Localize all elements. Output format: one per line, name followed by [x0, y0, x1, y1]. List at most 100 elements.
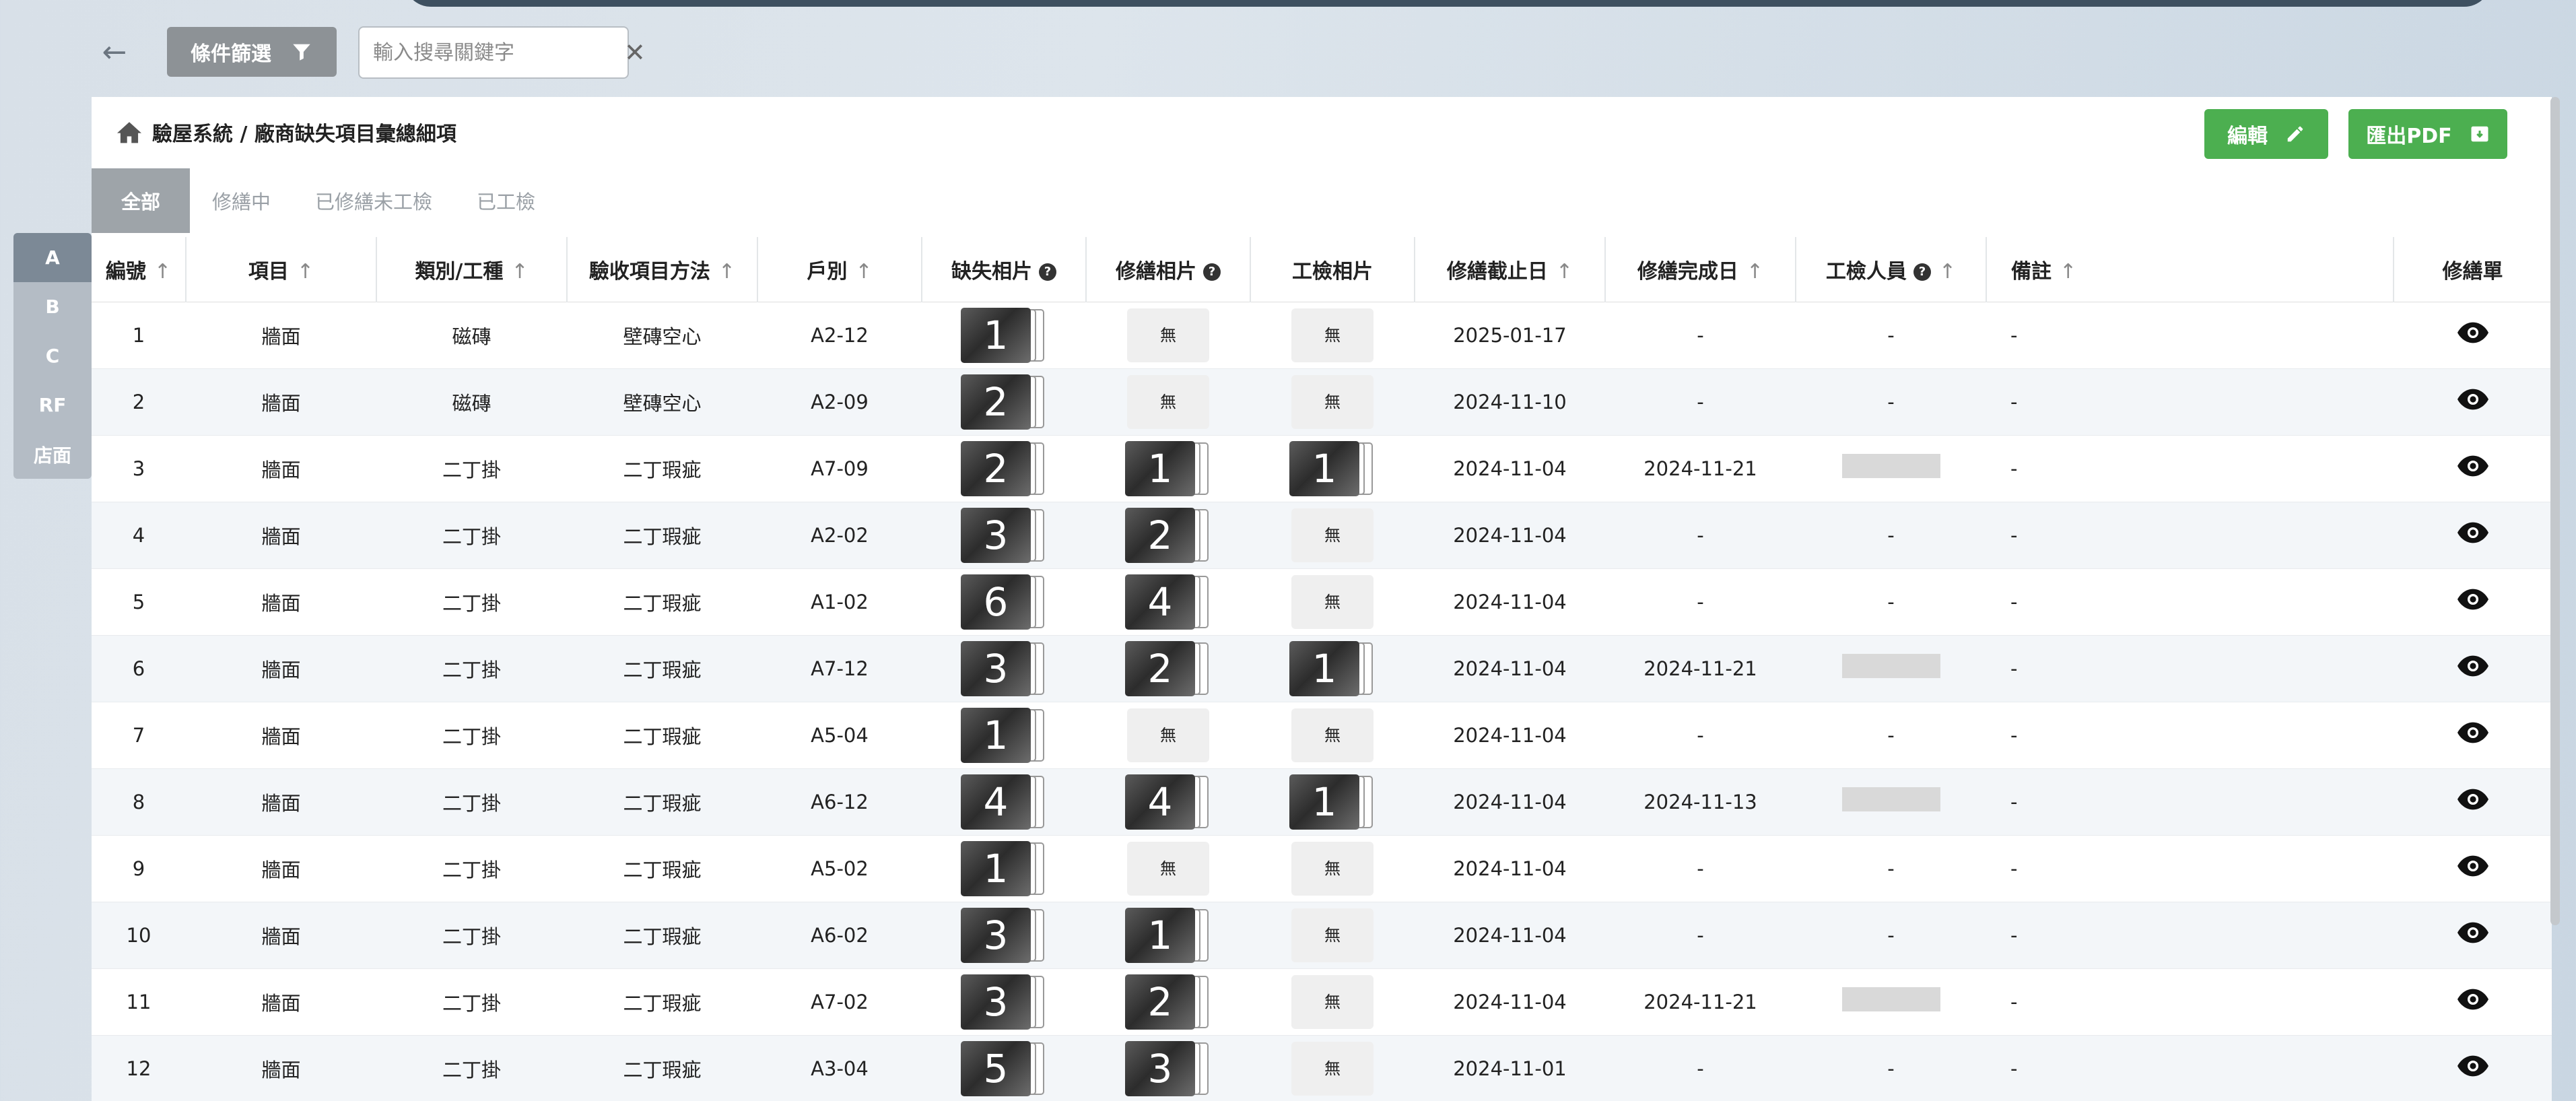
column-header[interactable]: 修繕完成日 ↑	[1605, 237, 1796, 302]
help-icon[interactable]: ?	[1913, 263, 1931, 281]
table-row[interactable]: 11 牆面 二丁掛 二丁瑕疵 A7-02 3 2 無 2024-11-04 2024-11-21 -	[92, 968, 2552, 1036]
photo-count: 3	[961, 907, 1031, 963]
clear-icon[interactable]: ✕	[624, 38, 646, 67]
eye-icon[interactable]	[2457, 455, 2488, 481]
table-row[interactable]: 6 牆面 二丁掛 二丁瑕疵 A7-12 3 2 1 2024-11-04 2024-11-21 -	[92, 635, 2552, 702]
cell-no: 11	[92, 968, 186, 1036]
photo-stack[interactable]: 1	[1289, 440, 1376, 496]
photo-stack[interactable]: 1	[1289, 640, 1376, 696]
building-tab[interactable]: C	[13, 331, 92, 380]
help-icon[interactable]: ?	[1203, 263, 1221, 281]
sort-arrow-icon[interactable]: ↑	[511, 260, 528, 283]
sort-arrow-icon[interactable]: ↑	[154, 260, 171, 283]
table-row[interactable]: 3 牆面 二丁掛 二丁瑕疵 A7-09 2 1 1 2024-11-04 2024-11-21 -	[92, 435, 2552, 502]
status-tab[interactable]: 修繕中	[190, 168, 293, 233]
column-header[interactable]: 類別/工種 ↑	[376, 237, 568, 302]
photo-stack[interactable]: 1	[1125, 907, 1211, 963]
building-tab[interactable]: B	[13, 282, 92, 331]
photo-stack[interactable]: 1	[1125, 440, 1211, 496]
eye-icon[interactable]	[2457, 1055, 2488, 1081]
column-header[interactable]: 驗收項目方法 ↑	[567, 237, 758, 302]
eye-icon[interactable]	[2457, 789, 2488, 815]
photo-stack[interactable]: 2	[1125, 640, 1211, 696]
column-header[interactable]: 修繕截止日 ↑	[1415, 237, 1606, 302]
cell-category: 二丁掛	[376, 502, 567, 569]
status-tab[interactable]: 已修繕未工檢	[293, 168, 454, 233]
home-icon[interactable]	[116, 120, 143, 144]
column-header[interactable]: 戶別 ↑	[757, 237, 922, 302]
export-pdf-button[interactable]: 匯出PDF	[2348, 109, 2507, 159]
photo-stack[interactable]: 5	[961, 1040, 1047, 1096]
eye-icon[interactable]	[2457, 722, 2488, 748]
column-header[interactable]: 編號 ↑	[92, 237, 187, 302]
sort-arrow-icon[interactable]: ↑	[1747, 260, 1763, 283]
cell-note: -	[1986, 635, 2394, 702]
table-row[interactable]: 4 牆面 二丁掛 二丁瑕疵 A2-02 3 2 無 2024-11-04- - -	[92, 502, 2552, 569]
no-photo-tag: 無	[1127, 841, 1209, 896]
sort-arrow-icon[interactable]: ↑	[1556, 260, 1573, 283]
photo-stack[interactable]: 2	[1125, 507, 1211, 563]
table-row[interactable]: 8 牆面 二丁掛 二丁瑕疵 A6-12 4 4 1 2024-11-04 2024-11-13 -	[92, 768, 2552, 836]
search-input[interactable]	[373, 40, 624, 65]
photo-stack[interactable]: 1	[1289, 774, 1376, 830]
eye-icon[interactable]	[2457, 989, 2488, 1015]
photo-count: 5	[961, 1040, 1031, 1096]
cell-inspect-photos: 無	[1250, 568, 1415, 636]
photo-stack[interactable]: 2	[961, 440, 1047, 496]
cell-unit: A6-02	[757, 902, 922, 969]
photo-stack[interactable]: 2	[961, 374, 1047, 430]
photo-stack[interactable]: 3	[961, 974, 1047, 1030]
column-header[interactable]: 備註 ↑	[1986, 237, 2394, 302]
cell-no: 8	[92, 768, 186, 836]
column-header[interactable]: 工檢人員? ↑	[1796, 237, 1987, 302]
cell-category: 二丁掛	[376, 702, 567, 769]
photo-stack[interactable]: 4	[1125, 774, 1211, 830]
help-icon[interactable]: ?	[1039, 263, 1056, 281]
table-row[interactable]: 1 牆面 磁磚 壁磚空心 A2-12 1 無無 2025-01-17- - -	[92, 302, 2552, 369]
photo-stack[interactable]: 1	[961, 840, 1047, 896]
table-row[interactable]: 9 牆面 二丁掛 二丁瑕疵 A5-02 1 無無 2024-11-04- - -	[92, 835, 2552, 902]
eye-icon[interactable]	[2457, 855, 2488, 881]
photo-stack[interactable]: 3	[961, 507, 1047, 563]
edit-button[interactable]: 編輯	[2204, 109, 2328, 159]
column-header: 修繕相片?	[1086, 237, 1251, 302]
column-header-label: 修繕截止日	[1446, 259, 1548, 283]
photo-stack[interactable]: 3	[961, 907, 1047, 963]
sort-arrow-icon[interactable]: ↑	[1939, 260, 1956, 283]
filter-button[interactable]: 條件篩選	[167, 27, 337, 77]
table-row[interactable]: 5 牆面 二丁掛 二丁瑕疵 A1-02 6 4 無 2024-11-04- - -	[92, 568, 2552, 636]
eye-icon[interactable]	[2457, 655, 2488, 681]
eye-icon[interactable]	[2457, 389, 2488, 415]
building-tab[interactable]: A	[13, 233, 92, 282]
table-row[interactable]: 7 牆面 二丁掛 二丁瑕疵 A5-04 1 無無 2024-11-04- - -	[92, 702, 2552, 769]
table-row[interactable]: 10 牆面 二丁掛 二丁瑕疵 A6-02 3 1 無 2024-11-04- - -	[92, 902, 2552, 969]
photo-stack[interactable]: 4	[961, 774, 1047, 830]
table-row[interactable]: 2 牆面 磁磚 壁磚空心 A2-09 2 無無 2024-11-10- - -	[92, 368, 2552, 436]
photo-stack[interactable]: 3	[1125, 1040, 1211, 1096]
eye-icon[interactable]	[2457, 589, 2488, 615]
cell-note: -	[1986, 502, 2394, 569]
back-arrow-icon[interactable]: ←	[94, 35, 135, 69]
photo-stack[interactable]: 2	[1125, 974, 1211, 1030]
building-tab[interactable]: 店面	[13, 430, 92, 479]
building-tab[interactable]: RF	[13, 380, 92, 430]
column-header[interactable]: 項目 ↑	[186, 237, 377, 302]
sort-arrow-icon[interactable]: ↑	[297, 260, 314, 283]
eye-icon[interactable]	[2457, 522, 2488, 548]
photo-stack[interactable]: 3	[961, 640, 1047, 696]
sort-arrow-icon[interactable]: ↑	[718, 260, 735, 283]
photo-stack[interactable]: 1	[961, 307, 1047, 363]
table-row[interactable]: 12 牆面 二丁掛 二丁瑕疵 A3-04 5 3 無 2024-11-01- - -	[92, 1035, 2552, 1101]
photo-stack[interactable]: 6	[961, 574, 1047, 630]
eye-icon[interactable]	[2457, 922, 2488, 948]
status-tab[interactable]: 全部	[92, 168, 191, 233]
status-tab[interactable]: 已工檢	[454, 168, 557, 233]
vertical-scrollbar[interactable]	[2550, 97, 2560, 925]
photo-stack[interactable]: 4	[1125, 574, 1211, 630]
sort-arrow-icon[interactable]: ↑	[855, 260, 872, 283]
eye-icon[interactable]	[2457, 322, 2488, 348]
photo-stack[interactable]: 1	[961, 707, 1047, 763]
sort-arrow-icon[interactable]: ↑	[2060, 260, 2076, 283]
cell-item: 牆面	[186, 568, 376, 636]
cell-deadline: 2024-11-04	[1415, 968, 1605, 1036]
